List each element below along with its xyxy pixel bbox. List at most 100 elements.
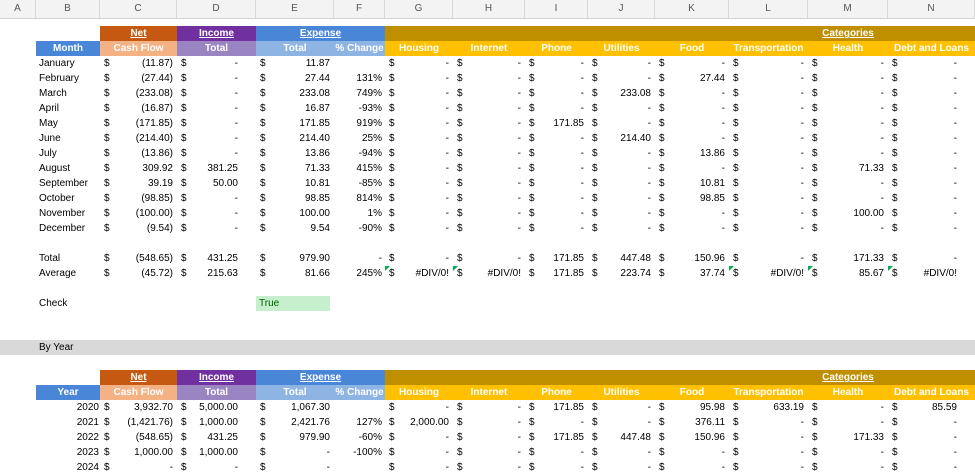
category-header[interactable]: Transportation: [729, 41, 808, 56]
category-cell[interactable]: $ -: [888, 221, 975, 236]
row-label[interactable]: 2020: [36, 400, 102, 415]
pct-change-cell[interactable]: 415%: [334, 161, 385, 176]
category-header[interactable]: Utilities: [588, 385, 655, 400]
cash-flow-cell[interactable]: $309.92: [100, 161, 177, 176]
category-cell[interactable]: $ -: [888, 86, 975, 101]
row-label[interactable]: February: [36, 71, 102, 86]
category-cell[interactable]: $ -: [525, 191, 588, 206]
column-header-a[interactable]: A: [0, 0, 36, 18]
pct-change-cell[interactable]: -90%: [334, 221, 385, 236]
category-cell[interactable]: $ -: [808, 131, 888, 146]
pct-change-cell[interactable]: 131%: [334, 71, 385, 86]
net-group-header[interactable]: Net: [100, 370, 177, 385]
cash-flow-cell[interactable]: $ (45.72): [100, 266, 177, 281]
category-cell[interactable]: $ -: [729, 221, 808, 236]
category-cell[interactable]: $171.85: [525, 116, 588, 131]
cash-flow-cell[interactable]: $ (100.00): [100, 206, 177, 221]
category-cell[interactable]: $ -: [588, 56, 655, 71]
category-cell[interactable]: $37.74: [655, 266, 729, 281]
category-cell[interactable]: $ -: [729, 415, 808, 430]
category-cell[interactable]: $ -: [385, 460, 453, 475]
row-label[interactable]: April: [36, 101, 102, 116]
category-cell[interactable]: $ -: [525, 56, 588, 71]
cash-flow-cell[interactable]: $ (16.87): [100, 101, 177, 116]
category-cell[interactable]: $ -: [385, 71, 453, 86]
category-cell[interactable]: $ #DIV/0!: [453, 266, 525, 281]
category-cell[interactable]: $376.11: [655, 415, 729, 430]
category-cell[interactable]: $100.00: [808, 206, 888, 221]
category-cell[interactable]: $ -: [385, 146, 453, 161]
category-header[interactable]: Internet: [453, 385, 525, 400]
category-cell[interactable]: $ -: [655, 131, 729, 146]
category-cell[interactable]: $ -: [588, 161, 655, 176]
category-cell[interactable]: $171.85: [525, 251, 588, 266]
pct-change-cell[interactable]: -85%: [334, 176, 385, 191]
category-cell[interactable]: $ -: [525, 460, 588, 475]
row-label[interactable]: December: [36, 221, 102, 236]
category-cell[interactable]: $ -: [385, 445, 453, 460]
row-label[interactable]: November: [36, 206, 102, 221]
category-cell[interactable]: $171.85: [525, 266, 588, 281]
column-header-i[interactable]: I: [525, 0, 588, 18]
column-header-m[interactable]: M: [808, 0, 888, 18]
category-cell[interactable]: $ -: [525, 146, 588, 161]
category-cell[interactable]: $150.96: [655, 251, 729, 266]
cash-flow-cell[interactable]: $ (214.40): [100, 131, 177, 146]
category-cell[interactable]: $ -: [729, 251, 808, 266]
cash-flow-cell[interactable]: $ -: [100, 460, 177, 475]
net-group-header[interactable]: Net: [100, 26, 177, 41]
column-header-l[interactable]: L: [729, 0, 808, 18]
category-cell[interactable]: $ -: [453, 56, 525, 71]
income-cell[interactable]: $1,000.00: [177, 415, 256, 430]
category-cell[interactable]: $ -: [588, 206, 655, 221]
income-group-header[interactable]: Income: [177, 370, 256, 385]
income-total-header[interactable]: Total: [177, 385, 256, 400]
row-label[interactable]: 2023: [36, 445, 102, 460]
category-header[interactable]: Debt and Loans: [888, 385, 975, 400]
category-cell[interactable]: $ -: [655, 206, 729, 221]
expense-cell[interactable]: $ -: [256, 460, 334, 475]
income-group-header[interactable]: Income: [177, 26, 256, 41]
category-cell[interactable]: $2,000.00: [385, 415, 453, 430]
category-cell[interactable]: $ -: [453, 116, 525, 131]
row-label[interactable]: 2024: [36, 460, 102, 475]
category-cell[interactable]: $ -: [808, 221, 888, 236]
pct-change-cell[interactable]: 245%: [334, 266, 385, 281]
category-cell[interactable]: $ -: [385, 116, 453, 131]
category-cell[interactable]: $ -: [729, 176, 808, 191]
category-cell[interactable]: $ -: [385, 430, 453, 445]
category-cell[interactable]: $ -: [525, 176, 588, 191]
cash-flow-cell[interactable]: $39.19: [100, 176, 177, 191]
category-cell[interactable]: $ -: [453, 71, 525, 86]
cash-flow-cell[interactable]: $ (9.54): [100, 221, 177, 236]
category-cell[interactable]: $ -: [655, 86, 729, 101]
category-cell[interactable]: $ -: [588, 460, 655, 475]
category-header[interactable]: Housing: [385, 41, 453, 56]
category-cell[interactable]: $ -: [453, 86, 525, 101]
expense-cell[interactable]: $2,421.76: [256, 415, 334, 430]
category-cell[interactable]: $ -: [385, 400, 453, 415]
category-cell[interactable]: $ -: [729, 191, 808, 206]
expense-cell[interactable]: $98.85: [256, 191, 334, 206]
category-header[interactable]: Debt and Loans: [888, 41, 975, 56]
category-cell[interactable]: $85.59: [888, 400, 975, 415]
category-cell[interactable]: $ -: [888, 191, 975, 206]
category-cell[interactable]: $ -: [729, 101, 808, 116]
row-label[interactable]: July: [36, 146, 102, 161]
expense-cell[interactable]: $71.33: [256, 161, 334, 176]
category-cell[interactable]: $ -: [385, 206, 453, 221]
category-cell[interactable]: $71.33: [808, 161, 888, 176]
expense-group-header[interactable]: Expense: [256, 26, 385, 41]
category-cell[interactable]: $ -: [808, 86, 888, 101]
category-cell[interactable]: $85.67: [808, 266, 888, 281]
cash-flow-cell[interactable]: $3,932.70: [100, 400, 177, 415]
category-cell[interactable]: $171.85: [525, 400, 588, 415]
category-cell[interactable]: $98.85: [655, 191, 729, 206]
expense-cell[interactable]: $16.87: [256, 101, 334, 116]
pct-change-header[interactable]: % Change: [334, 41, 385, 56]
category-cell[interactable]: $ -: [888, 251, 975, 266]
expense-cell[interactable]: $233.08: [256, 86, 334, 101]
category-header[interactable]: Internet: [453, 41, 525, 56]
column-header-k[interactable]: K: [655, 0, 729, 18]
category-cell[interactable]: $ -: [453, 146, 525, 161]
